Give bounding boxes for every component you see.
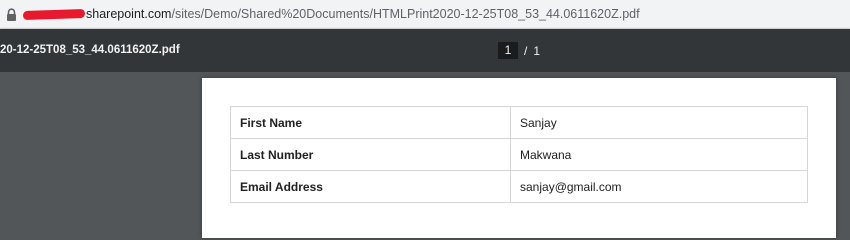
field-value: Sanjay <box>510 106 808 139</box>
field-label: Email Address <box>230 170 511 203</box>
pdf-page: First Name Sanjay Last Number Makwana Em… <box>202 78 836 238</box>
page-number-input[interactable] <box>498 42 518 59</box>
pdf-toolbar: 20-12-25T08_53_44.0611620Z.pdf / 1 <box>0 29 850 72</box>
lock-icon[interactable] <box>6 7 17 22</box>
url-host: sharepoint.com <box>86 7 172 21</box>
pdf-viewer[interactable]: First Name Sanjay Last Number Makwana Em… <box>0 72 850 238</box>
redaction-mark <box>22 8 86 21</box>
total-pages: 1 <box>533 43 541 58</box>
field-label: Last Number <box>230 138 511 171</box>
page-separator: / <box>524 43 528 58</box>
table-row: First Name Sanjay <box>230 106 808 139</box>
field-value: sanjay@gmail.com <box>510 170 808 203</box>
url-path: /sites/Demo/Shared%20Documents/HTMLPrint… <box>171 7 640 21</box>
field-label: First Name <box>230 106 511 139</box>
table-row: Last Number Makwana <box>230 138 808 171</box>
field-value: Makwana <box>510 138 808 171</box>
address-bar[interactable]: sharepoint.com /sites/Demo/Shared%20Docu… <box>0 0 850 29</box>
table-row: Email Address sanjay@gmail.com <box>230 170 808 203</box>
page-indicator: / 1 <box>498 42 540 59</box>
info-table: First Name Sanjay Last Number Makwana Em… <box>230 106 808 203</box>
document-title: 20-12-25T08_53_44.0611620Z.pdf <box>0 44 180 56</box>
